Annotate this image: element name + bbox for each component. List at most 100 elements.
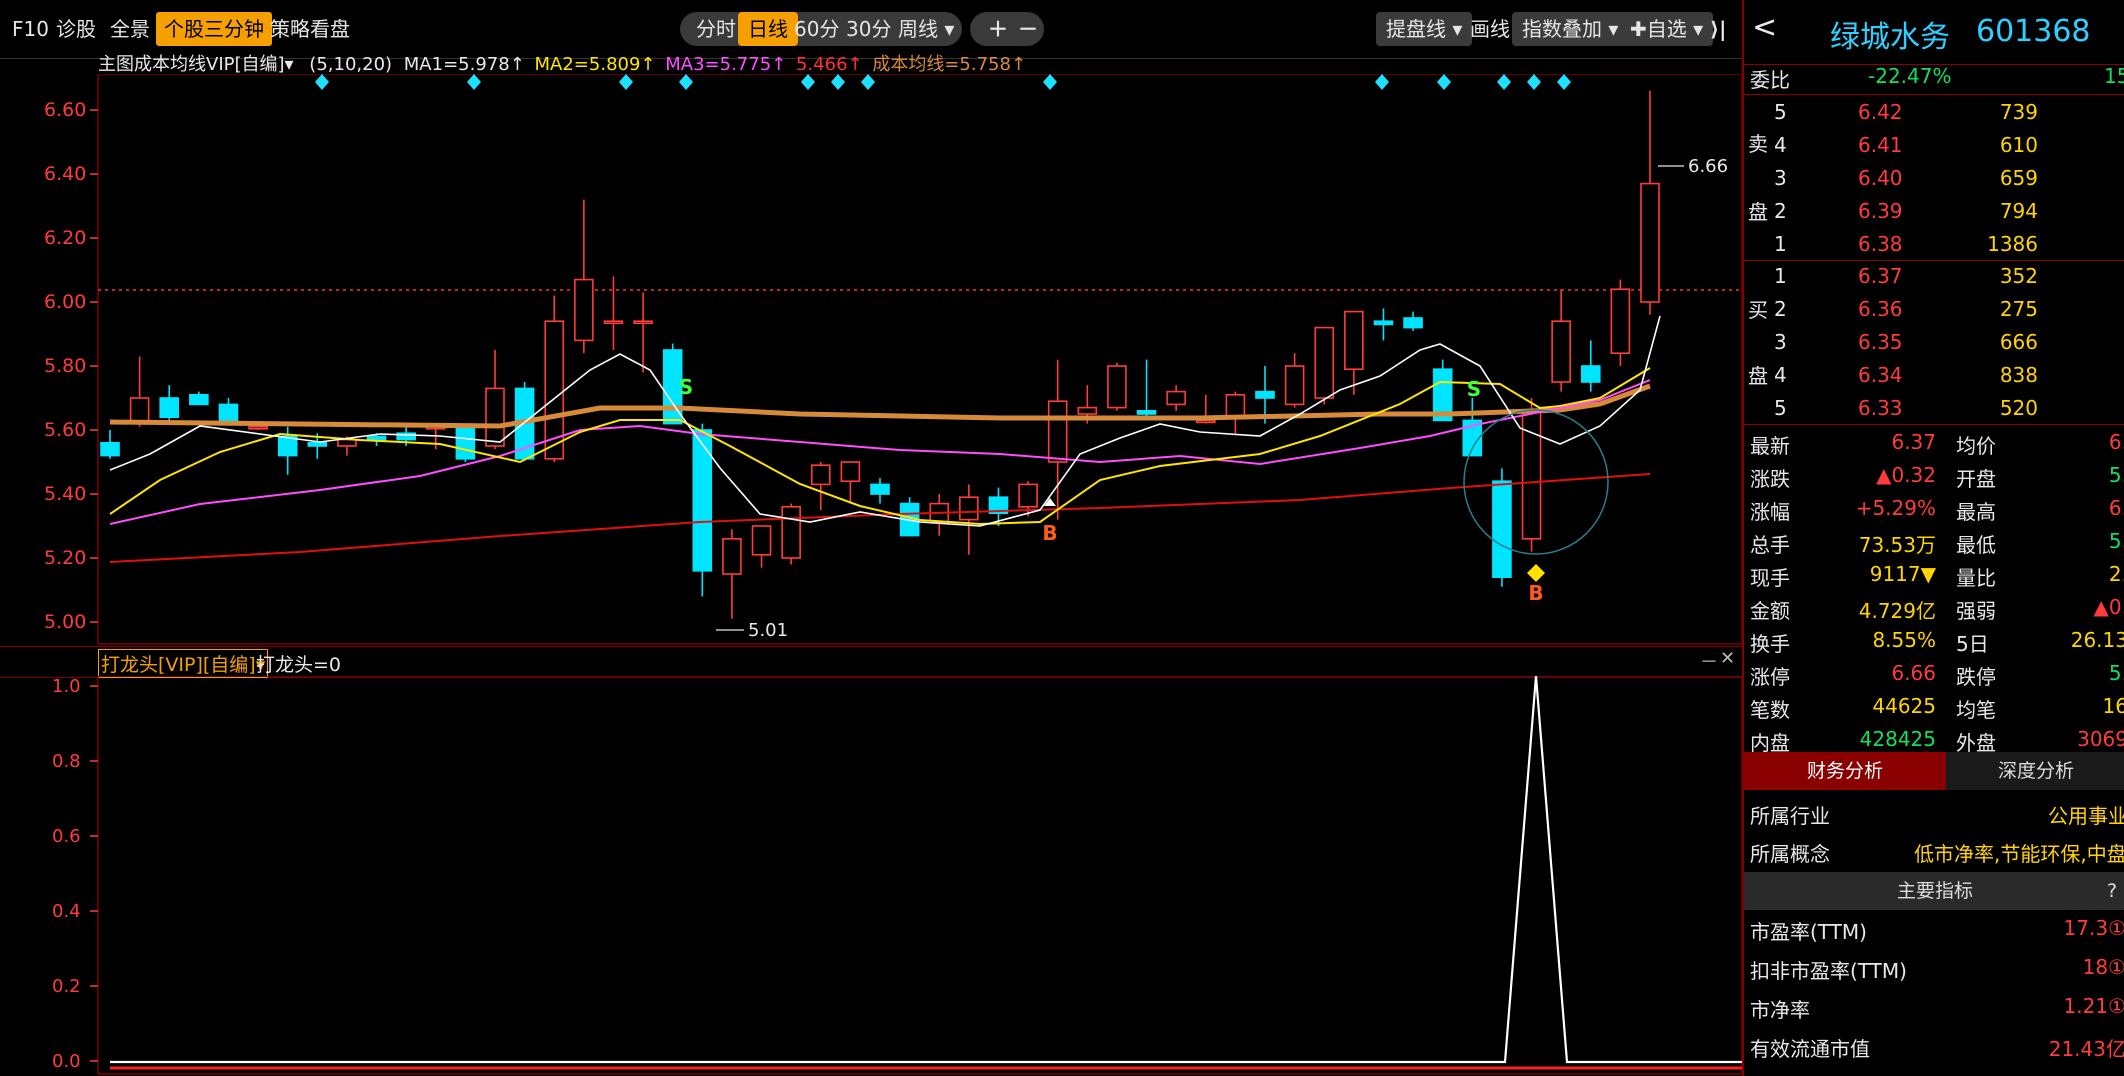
candle-body	[692, 429, 713, 572]
candle-body	[1225, 393, 1246, 418]
metric-row[interactable]: 扣非市盈率(TTM) 18①	[1744, 951, 2124, 984]
indicator-tick-label: 0.0	[52, 1051, 81, 1072]
candle-body	[366, 435, 387, 441]
diagnose-button[interactable]: 诊股	[48, 12, 104, 46]
tab-intraday[interactable]: 分时	[686, 12, 746, 46]
close-icon[interactable]: ✕	[1720, 648, 1735, 669]
index-overlay-dropdown[interactable]: 指数叠加 ▾	[1512, 12, 1629, 46]
sell-order-row[interactable]: 5 6.42 739	[1744, 96, 2124, 129]
buy-order-row[interactable]: 4 6.34 838	[1744, 359, 2124, 392]
candle-body	[1284, 365, 1305, 406]
candle-body	[633, 320, 653, 324]
strategy-button[interactable]: 策略看盘	[262, 12, 358, 46]
sell-side-label-1: 卖	[1748, 132, 1768, 156]
candle-body	[810, 464, 831, 486]
buy-order-row[interactable]: 5 6.33 520	[1744, 392, 2124, 425]
metric-row[interactable]: 市净率 1.21①	[1744, 990, 2124, 1023]
order-volume: 666	[1999, 330, 2038, 354]
ma1-value: MA1=5.978↑	[403, 54, 525, 75]
order-volume: 659	[1999, 166, 2038, 190]
price-tick-label: 6.40	[44, 163, 86, 185]
indicator-chart[interactable]: 1.0 0.8 0.6 0.4 0.2 0.0	[0, 676, 1742, 1076]
quote-value: 8.55%	[1872, 628, 1936, 652]
quote-label: 均笔	[1956, 698, 1996, 722]
sell-order-row[interactable]: 1 6.38 1386	[1744, 228, 2124, 261]
signal-diamond	[831, 74, 845, 90]
order-level: 5	[1774, 396, 1787, 420]
candle-body	[1077, 406, 1098, 415]
tip-line-dropdown[interactable]: 提盘线 ▾	[1376, 12, 1473, 46]
three-minute-button[interactable]: 个股三分钟	[156, 12, 272, 46]
buy-order-row[interactable]: 2 6.36 275	[1744, 293, 2124, 326]
back-icon[interactable]: <	[1752, 10, 1777, 45]
main-indicator-selector[interactable]: 主图成本均线VIP[自编]▾	[98, 54, 294, 75]
candle-body	[100, 441, 120, 457]
industry-label: 所属行业	[1750, 804, 1830, 828]
quote-value: 9117▼	[1869, 562, 1936, 586]
metric-value: 1.21①	[2063, 994, 2124, 1018]
zoom-out-button[interactable]: －	[1008, 12, 1048, 46]
candlestick-chart[interactable]: 6.60 6.40 6.20 6.00 5.80 5.60 5.40 5.20 5.00 6.6…	[0, 74, 1742, 646]
quote-value: 428425	[1859, 727, 1936, 751]
buy-order-row[interactable]: 3 6.35 666	[1744, 326, 2124, 359]
sub-indicator-selector[interactable]: 打龙头[VIP][自编]▾	[98, 649, 269, 678]
indicator-tick-label: 1.0	[52, 676, 81, 697]
signal-diamond	[467, 74, 481, 90]
sell-signal: S	[1467, 377, 1481, 401]
sub-chart-frame	[97, 676, 1742, 1075]
candle-body	[189, 393, 209, 406]
order-level: 3	[1774, 166, 1787, 190]
indicator-tick-label: 0.4	[52, 901, 81, 922]
candle-body	[218, 403, 239, 422]
order-price: 6.34	[1858, 363, 1903, 387]
price-tick-label: 5.20	[44, 547, 86, 569]
collapse-panel-icon[interactable]: ⟩|	[1700, 12, 1736, 46]
quote-row: 换手 8.55% 5日 26.13	[1744, 624, 2124, 657]
high-price-label: 6.66	[1688, 156, 1728, 177]
price-tick-label: 5.80	[44, 355, 86, 377]
price-axis: 6.60 6.40 6.20 6.00 5.80 5.60 5.40 5.20 5.00	[44, 99, 98, 633]
stock-terminal: F10 诊股 全景 个股三分钟 策略看盘 分时 日线 60分 30分 周线 ▾ …	[0, 0, 2124, 1076]
candle-body	[1018, 483, 1038, 508]
quote-label: 笔数	[1750, 698, 1790, 722]
candle-body	[485, 387, 505, 447]
buy-side-label-2: 盘	[1748, 364, 1768, 388]
webi-extra: 15	[2104, 64, 2124, 88]
quote-row: 总手 73.53万最低 5.	[1744, 525, 2124, 558]
buy-order-row[interactable]: 1 6.37 352	[1744, 260, 2124, 293]
analysis-tabs: 财务分析 深度分析	[1744, 752, 2124, 790]
indicator-tick-label: 0.2	[52, 976, 81, 997]
candle-body	[959, 496, 979, 521]
indicator-axis: 1.0 0.8 0.6 0.4 0.2 0.0	[52, 676, 98, 1072]
candle-body	[1166, 390, 1186, 406]
tab-financial[interactable]: 财务分析	[1744, 752, 1946, 790]
concept-value[interactable]: 低市净率,节能环保,中盘	[1914, 838, 2124, 867]
panorama-button[interactable]: 全景	[102, 12, 158, 46]
concept-label: 所属概念	[1750, 842, 1830, 866]
signal-diamond	[679, 74, 693, 90]
quote-label: 跌停	[1956, 665, 1996, 689]
candle-body	[1580, 365, 1601, 383]
sell-order-row[interactable]: 3 6.40 659	[1744, 162, 2124, 195]
quote-value: 5.	[2108, 529, 2124, 553]
draw-line-button[interactable]: 画线	[1460, 12, 1520, 46]
help-icon[interactable]: ?	[2098, 872, 2124, 910]
tab-depth[interactable]: 深度分析	[1946, 752, 2124, 790]
candle-body	[1314, 326, 1335, 399]
tab-weekly[interactable]: 周线 ▾	[888, 12, 964, 46]
candle-body	[870, 483, 890, 495]
minimize-icon[interactable]: －	[1700, 648, 1718, 674]
industry-value[interactable]: 公用事业	[2048, 800, 2124, 829]
sell-order-row[interactable]: 2 6.39 794	[1744, 195, 2124, 228]
metric-row[interactable]: 有效流通市值 21.43亿	[1744, 1029, 2124, 1062]
signal-diamond	[801, 74, 815, 90]
sell-order-row[interactable]: 4 6.41 610	[1744, 129, 2124, 162]
order-volume: 610	[1999, 133, 2038, 157]
metric-row[interactable]: 市盈率(TTM) 17.3①	[1744, 912, 2124, 945]
ma3-value: MA3=5.775↑	[665, 54, 787, 75]
quote-value: 5.	[2108, 661, 2124, 685]
metric-label: 市净率	[1750, 998, 1810, 1022]
quote-value: 16	[2102, 694, 2124, 718]
candle-body	[1492, 480, 1512, 579]
metric-value: 17.3①	[2063, 916, 2124, 940]
